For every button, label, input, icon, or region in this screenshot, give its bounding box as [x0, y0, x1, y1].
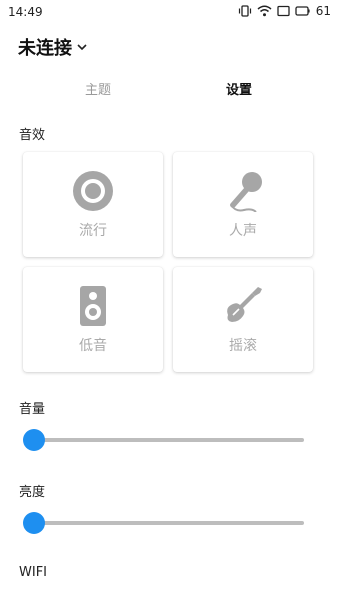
sound-effects-label: 音效 — [19, 128, 46, 143]
battery-icon — [295, 5, 310, 17]
connection-selector[interactable]: 未连接 — [18, 34, 88, 60]
brightness-label: 亮度 — [19, 485, 46, 500]
brightness-slider-thumb[interactable] — [23, 512, 45, 534]
brightness-slider-track — [32, 521, 304, 525]
volume-slider-track — [32, 438, 304, 442]
effect-label-rock: 摇滚 — [229, 338, 257, 354]
volume-label: 音量 — [19, 402, 46, 417]
effect-label-pop: 流行 — [79, 223, 107, 239]
wifi-signal-icon — [257, 5, 272, 17]
effect-label-bass: 低音 — [79, 338, 107, 354]
speaker-disc-icon — [72, 170, 114, 212]
vibrate-icon — [238, 5, 252, 17]
bass-speaker-icon — [72, 285, 114, 327]
brightness-slider[interactable] — [22, 511, 304, 535]
tab-bar: 主题 设置 — [0, 78, 337, 106]
volume-slider-thumb[interactable] — [23, 429, 45, 451]
effect-card-rock[interactable]: 摇滚 — [173, 267, 313, 372]
status-icons: 61 — [238, 4, 331, 18]
tab-settings[interactable]: 设置 — [179, 78, 299, 104]
tab-theme[interactable]: 主题 — [38, 78, 158, 104]
microphone-icon — [222, 170, 264, 213]
wifi-label: WIFI — [19, 565, 47, 580]
volume-slider[interactable] — [22, 428, 304, 452]
status-bar: 14:49 61 — [0, 0, 337, 24]
effect-card-pop[interactable]: 流行 — [23, 152, 163, 257]
connection-status-title: 未连接 — [18, 38, 72, 59]
effect-label-vocal: 人声 — [229, 223, 257, 239]
status-time: 14:49 — [8, 5, 43, 19]
battery-level: 61 — [315, 4, 331, 18]
chevron-down-icon — [76, 42, 88, 52]
sim-card-icon — [277, 5, 290, 17]
effect-card-vocal[interactable]: 人声 — [173, 152, 313, 257]
effect-card-bass[interactable]: 低音 — [23, 267, 163, 372]
electric-guitar-icon — [222, 285, 264, 327]
